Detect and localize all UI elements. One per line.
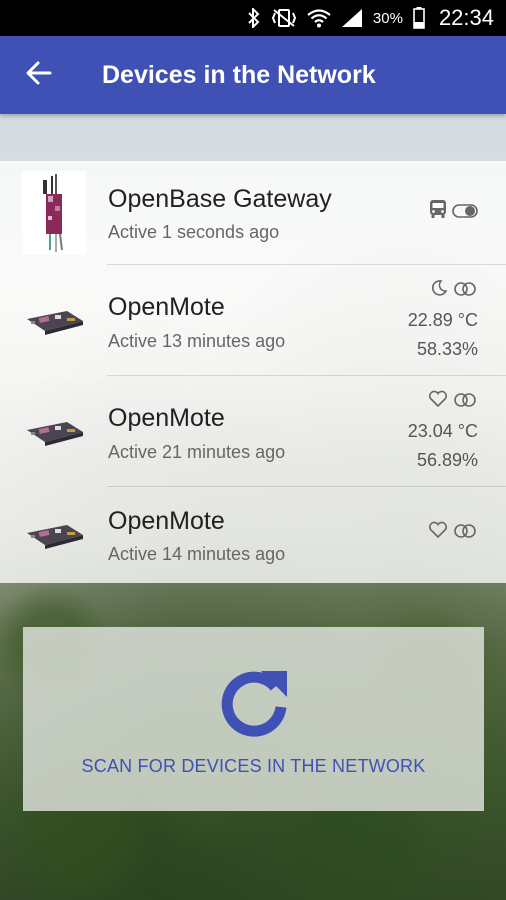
device-status xyxy=(428,519,478,548)
device-metrics: 22.89 °C 58.33% xyxy=(408,277,478,364)
device-row-openmote-2[interactable]: OpenMote Active 21 minutes ago 23.04 °C … xyxy=(0,376,506,487)
status-bar: 30% 22:34 xyxy=(0,0,506,36)
toggle-icon xyxy=(452,199,478,228)
battery-percent: 30% xyxy=(372,9,403,27)
moon-icon xyxy=(430,277,448,306)
device-row-openmote-3[interactable]: OpenMote Active 14 minutes ago xyxy=(0,487,506,583)
gateway-board-image xyxy=(22,171,86,255)
device-name: OpenMote xyxy=(108,404,225,432)
openmote-board-image xyxy=(22,390,86,474)
bluetooth-icon xyxy=(247,8,261,28)
rings-icon xyxy=(452,277,478,306)
wifi-icon xyxy=(307,8,331,28)
refresh-icon xyxy=(217,667,291,742)
temperature-value: 23.04 °C xyxy=(407,421,478,441)
openmote-board-image xyxy=(22,493,86,577)
status-time: 22:34 xyxy=(438,5,494,30)
openmote-board-image xyxy=(22,279,86,363)
humidity-value: 56.89% xyxy=(416,450,478,470)
device-metrics: 23.04 °C 56.89% xyxy=(408,388,478,475)
device-name: OpenMote xyxy=(108,293,225,321)
device-status xyxy=(428,199,478,228)
scan-label: SCAN FOR DEVICES IN THE NETWORK xyxy=(81,756,426,776)
heart-icon xyxy=(428,519,448,548)
rings-icon xyxy=(452,519,478,548)
device-name: OpenMote xyxy=(108,507,225,535)
device-active-time: Active 13 minutes ago xyxy=(108,331,286,351)
device-active-time: Active 21 minutes ago xyxy=(108,442,286,462)
back-button[interactable] xyxy=(0,36,78,114)
device-name: OpenBase Gateway xyxy=(108,185,332,213)
page-title: Devices in the Network xyxy=(102,60,376,89)
vibrate-icon xyxy=(271,8,297,28)
bus-icon xyxy=(428,199,448,228)
battery-icon xyxy=(413,7,425,29)
scan-button[interactable]: SCAN FOR DEVICES IN THE NETWORK xyxy=(23,627,484,811)
signal-icon xyxy=(341,8,363,28)
app-bar: Devices in the Network xyxy=(0,36,506,114)
device-active-time: Active 14 minutes ago xyxy=(108,544,286,564)
device-row-gateway[interactable]: OpenBase Gateway Active 1 seconds ago xyxy=(0,161,506,265)
device-row-openmote-1[interactable]: OpenMote Active 13 minutes ago 22.89 °C … xyxy=(0,265,506,376)
device-list: OpenBase Gateway Active 1 seconds ago Op… xyxy=(0,161,506,583)
humidity-value: 58.33% xyxy=(416,339,478,359)
rings-icon xyxy=(452,388,478,417)
temperature-value: 22.89 °C xyxy=(407,310,478,330)
heart-icon xyxy=(428,388,448,417)
device-active-time: Active 1 seconds ago xyxy=(108,222,280,242)
arrow-back-icon xyxy=(26,61,52,90)
